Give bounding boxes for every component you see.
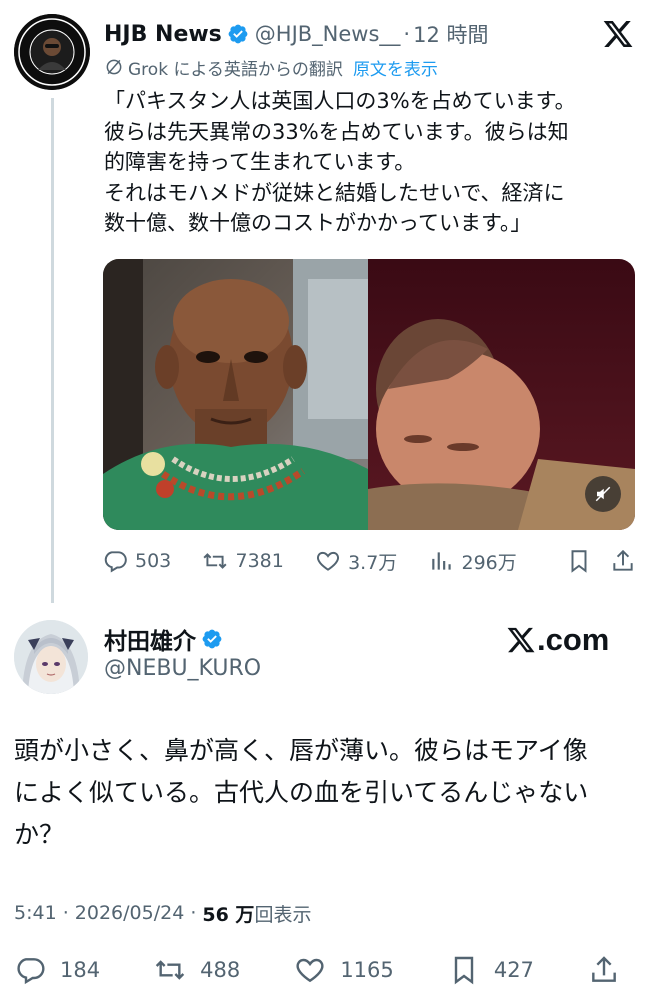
nebu-kuro-avatar[interactable] <box>14 620 88 694</box>
views-total: 56 万 <box>202 903 255 926</box>
bookmark-button[interactable]: 427 <box>448 954 534 986</box>
main-tweet-text: 頭が小さく、鼻が高く、唇が薄い。彼らはモアイ像 によく似ている。古代人の血を引い… <box>14 730 639 856</box>
reply-count: 184 <box>60 958 101 982</box>
main-author-handle[interactable]: @NEBU_KURO <box>104 656 261 681</box>
main-author-row: 村田雄介 <box>104 622 223 656</box>
repost-count: 7381 <box>235 550 284 572</box>
header-separator: · <box>403 22 411 46</box>
views-count: 296万 <box>461 551 517 574</box>
tweet-media[interactable] <box>103 259 635 530</box>
tweet-timestamp[interactable]: 5:41 · 2026/05/24 · <box>14 902 196 924</box>
quoted-tweet-text: 「パキスタン人は英国人口の3%を占めています。 彼らは先天異常の33%を占めてい… <box>104 86 634 239</box>
media-image-left[interactable] <box>103 259 368 530</box>
like-button[interactable]: 1165 <box>294 954 394 986</box>
share-icon <box>588 954 620 986</box>
repost-icon <box>154 954 186 986</box>
tail-actions <box>548 548 636 574</box>
show-original-link[interactable]: 原文を表示 <box>353 55 438 80</box>
like-icon <box>315 548 341 574</box>
quoted-text-line: 彼らは先天異常の33%を占めています。彼らは知 <box>104 119 569 144</box>
reply-count: 503 <box>135 550 172 572</box>
quoted-text-line: それはモハメドが従妹と結婚したせいで、経済に <box>104 180 565 205</box>
x-com-watermark: .com <box>506 620 609 660</box>
watermark-text: .com <box>537 622 610 657</box>
translation-notice: Grok による英語からの翻訳 原文を表示 <box>104 54 438 80</box>
verified-badge-icon <box>227 23 249 45</box>
repost-count: 488 <box>200 958 241 982</box>
quoted-text-line: 「パキスタン人は英国人口の3%を占めています。 <box>104 89 576 113</box>
bookmark-count: 427 <box>493 958 534 982</box>
quoted-author-handle[interactable]: @HJB_News__ <box>255 22 401 46</box>
like-count: 3.7万 <box>348 551 398 574</box>
repost-button[interactable]: 488 <box>154 954 240 986</box>
share-icon[interactable] <box>610 548 636 574</box>
bookmark-icon[interactable] <box>566 548 592 574</box>
repost-button[interactable]: 7381 <box>202 548 284 574</box>
main-text-line: によく似ている。古代人の血を引いてるんじゃない <box>14 778 589 807</box>
like-button[interactable]: 3.7万 <box>315 548 397 575</box>
x-logo-icon <box>602 18 634 50</box>
main-text-line: 頭が小さく、鼻が高く、唇が薄い。彼らはモアイ像 <box>14 736 588 765</box>
main-text-line: か？ <box>14 820 65 849</box>
reply-icon <box>14 954 46 986</box>
views-button[interactable]: 296万 <box>429 548 517 575</box>
mute-icon <box>595 486 611 502</box>
views-label: 回表示 <box>254 903 312 926</box>
main-tweet-actions: 184 488 1165 427 <box>14 950 634 990</box>
mute-button[interactable] <box>585 476 621 512</box>
quoted-author-name[interactable]: HJB News <box>104 22 222 47</box>
x-logo-icon <box>506 625 536 655</box>
thread-connector-line <box>51 98 54 603</box>
quoted-text-line: 的障害を持って生まれています。 <box>104 150 416 174</box>
quoted-text-line: 数十億、数十億のコストがかかっています。」 <box>104 211 532 235</box>
main-author-name[interactable]: 村田雄介 <box>104 622 196 656</box>
like-count: 1165 <box>340 958 394 982</box>
share-button[interactable] <box>588 954 634 986</box>
hjb-news-avatar[interactable] <box>14 14 90 90</box>
reply-icon <box>102 548 128 574</box>
quoted-tweet-header: HJB News @HJB_News__ · 12 時間 <box>104 16 489 52</box>
verified-badge-icon <box>201 628 223 650</box>
bookmark-icon <box>448 954 480 986</box>
quoted-tweet-time[interactable]: 12 時間 <box>413 19 488 49</box>
translation-label: Grok による英語からの翻訳 <box>128 59 343 80</box>
views-icon <box>429 548 455 574</box>
media-video-right[interactable] <box>368 259 635 530</box>
tweet-metadata: 5:41 · 2026/05/24 · 56 万 回表示 <box>14 898 311 928</box>
translate-icon <box>104 57 124 77</box>
repost-icon <box>202 548 228 574</box>
reply-button[interactable]: 503 <box>102 548 171 574</box>
reply-button[interactable]: 184 <box>14 954 100 986</box>
like-icon <box>294 954 326 986</box>
quoted-tweet-actions: 503 7381 3.7万 296万 <box>102 542 636 580</box>
